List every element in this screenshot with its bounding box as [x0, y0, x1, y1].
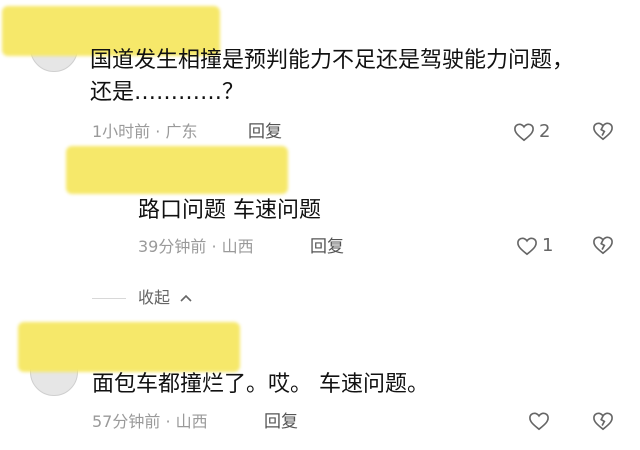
comment-meta: 1小时前 · 广东 [92, 122, 197, 142]
meta-separator: · [165, 412, 171, 431]
redacted-username [66, 146, 288, 194]
collapse-label: 收起 [138, 288, 171, 307]
reply-button[interactable]: 回复 [264, 412, 298, 432]
like-button[interactable]: 2 [513, 121, 563, 143]
comment-text-line2: 还是…………？ [90, 80, 245, 105]
comment-text: 国道发生相撞是预判能力不足还是驾驶能力问题， [90, 46, 574, 76]
comment-text: 面包车都撞烂了。哎。 车速问题。 [92, 372, 429, 397]
dislike-button[interactable] [592, 235, 616, 257]
comment-time: 57分钟前 [92, 412, 161, 431]
redacted-username [18, 322, 240, 372]
comment-text-continued: 还是…………？ [90, 78, 244, 108]
like-count: 2 [539, 121, 551, 142]
meta-separator: · [211, 237, 217, 256]
like-count: 1 [542, 235, 554, 256]
collapse-replies-button[interactable]: 收起 [138, 288, 208, 310]
broken-heart-icon [593, 236, 613, 255]
heart-icon [529, 412, 549, 431]
like-button[interactable]: 1 [516, 235, 560, 257]
comment-location: 广东 [165, 122, 198, 141]
comment-meta: 57分钟前 · 山西 [92, 412, 208, 432]
comment-text: 路口问题 车速问题 [138, 198, 321, 223]
comment-time: 1小时前 [92, 122, 151, 141]
reply-button[interactable]: 回复 [248, 122, 282, 142]
broken-heart-icon [593, 122, 613, 141]
reply-button[interactable]: 回复 [310, 237, 344, 257]
comment-text-line1: 国道发生相撞是预判能力不足还是驾驶能力问题， [90, 48, 575, 73]
comment-meta: 39分钟前 · 山西 [138, 237, 254, 257]
comment-location: 山西 [175, 412, 208, 431]
broken-heart-icon [593, 412, 613, 431]
dislike-button[interactable] [592, 411, 616, 433]
comment-location: 山西 [221, 237, 254, 256]
comment-time: 39分钟前 [138, 237, 207, 256]
collapse-divider [92, 298, 126, 299]
meta-separator: · [155, 122, 161, 141]
heart-icon [514, 123, 534, 142]
heart-icon [517, 237, 537, 256]
dislike-button[interactable] [592, 121, 616, 143]
like-button[interactable] [528, 411, 552, 433]
chevron-up-icon [180, 294, 192, 302]
